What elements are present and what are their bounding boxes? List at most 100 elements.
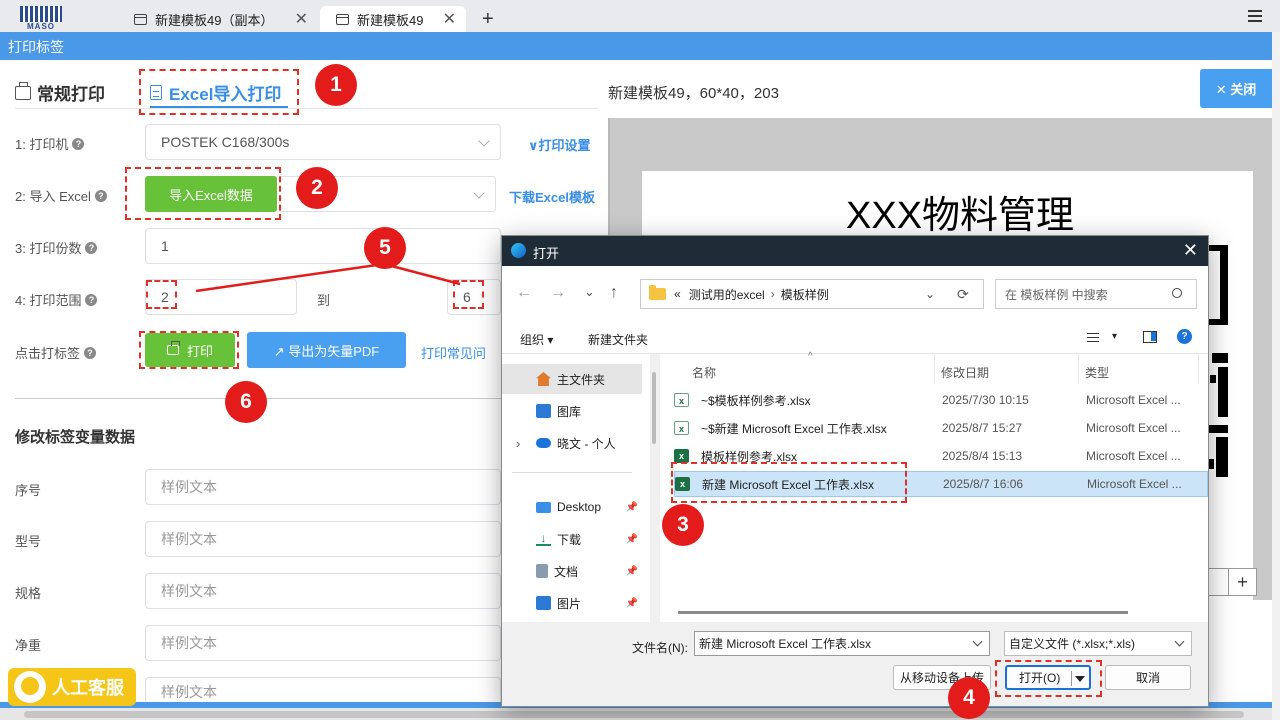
nav-item-home[interactable]: 主文件夹 [502, 364, 642, 394]
new-tab-button[interactable]: + [482, 8, 494, 31]
file-list-scrollbar[interactable] [678, 611, 1128, 614]
var-label-spec: 规格 [15, 586, 42, 601]
placeholder-text: 样例文本 [161, 635, 217, 651]
chevron-down-icon[interactable] [972, 636, 983, 647]
print-settings-link[interactable]: ∨打印设置 [528, 135, 591, 154]
customer-service-button[interactable]: 人工客服 [8, 668, 136, 706]
var-input-extra[interactable]: 样例文本 [145, 677, 501, 705]
column-separator[interactable] [1198, 354, 1199, 384]
menu-icon[interactable] [1248, 10, 1262, 22]
copies-input[interactable]: 1 [145, 228, 501, 264]
pin-icon[interactable]: 📌 [626, 502, 638, 513]
excel-file-icon: x [674, 421, 689, 435]
tab-normal-label: 常规打印 [37, 85, 105, 104]
refresh-icon[interactable]: ⟳ [957, 286, 969, 303]
recent-locations-icon[interactable]: ⌄ [584, 284, 595, 300]
tabs-divider [15, 108, 598, 109]
file-row[interactable]: x ~$模板样例参考.xlsx 2025/7/30 10:15 Microsof… [674, 387, 1208, 413]
path-overflow[interactable]: « [674, 287, 681, 301]
column-header-name[interactable]: 名称 [692, 364, 716, 381]
new-folder-button[interactable]: 新建文件夹 [588, 331, 648, 348]
scrollbar-thumb[interactable] [24, 711, 1244, 718]
help-icon[interactable]: ? [72, 137, 85, 150]
nav-item-documents[interactable]: 文档 📌 [502, 556, 642, 586]
help-icon[interactable]: ? [1177, 329, 1192, 344]
vertical-scrollbar[interactable] [1272, 32, 1280, 720]
path-parent[interactable]: 测试用的excel [689, 286, 765, 303]
expand-chevron-icon[interactable]: › [516, 436, 530, 451]
nav-item-pictures[interactable]: 图片 📌 [502, 588, 642, 618]
column-separator[interactable] [1078, 354, 1079, 384]
help-icon[interactable]: ? [85, 241, 98, 254]
tab-normal-print[interactable]: 常规打印 [15, 80, 105, 105]
file-date: 2025/7/30 10:15 [942, 393, 1029, 407]
filename-input[interactable]: 新建 Microsoft Excel 工作表.xlsx [694, 631, 990, 656]
copies-value: 1 [161, 238, 169, 254]
nav-item-onedrive[interactable]: › 晓文 - 个人 [502, 428, 642, 458]
help-icon[interactable]: ? [85, 293, 98, 306]
export-pdf-button[interactable]: ↗ 导出为矢量PDF [247, 332, 406, 368]
close-button[interactable]: ✕ 关闭 [1200, 69, 1272, 108]
zoom-in-button[interactable]: + [1228, 568, 1257, 596]
sort-ascending-icon: ^ [808, 351, 813, 362]
back-arrow-icon[interactable]: ← [516, 284, 532, 302]
dialog-title-bar: 打开 ✕ [502, 236, 1208, 266]
column-header-date[interactable]: 修改日期 [941, 364, 989, 381]
column-separator[interactable] [934, 354, 935, 384]
help-icon[interactable]: ? [84, 346, 97, 359]
pin-icon[interactable]: 📌 [626, 598, 638, 609]
zoom-value-box[interactable] [1207, 568, 1229, 596]
chevron-down-icon[interactable]: ⌄ [925, 287, 935, 301]
browser-tab-strip: MASO 新建模板49（副本） ✕ 新建模板49 ✕ + [0, 0, 1280, 32]
browser-tab-template-copy[interactable]: 新建模板49（副本） ✕ [118, 6, 318, 32]
tab-close-icon[interactable]: ✕ [443, 9, 456, 29]
print-faq-link[interactable]: 打印常见问 [421, 343, 486, 362]
file-type: Microsoft Excel ... [1086, 421, 1181, 435]
click-print-label: 点击打标签? [15, 343, 97, 362]
var-input-serial[interactable]: 样例文本 [145, 469, 501, 505]
file-row[interactable]: x ~$新建 Microsoft Excel 工作表.xlsx 2025/8/7… [674, 415, 1208, 441]
browser-tab-template[interactable]: 新建模板49 ✕ [320, 6, 466, 32]
file-type: Microsoft Excel ... [1087, 477, 1182, 491]
nav-item-label: 图片 [557, 596, 582, 611]
edge-browser-icon [511, 243, 526, 258]
file-type: Microsoft Excel ... [1086, 449, 1181, 463]
scrollbar-thumb[interactable] [652, 372, 656, 444]
column-header-type[interactable]: 类型 [1085, 364, 1109, 381]
filename-label: 文件名(N): [632, 641, 688, 655]
nav-item-desktop[interactable]: Desktop 📌 [502, 492, 642, 522]
pin-icon[interactable]: 📌 [626, 566, 638, 577]
view-dropdown-icon[interactable]: ▾ [1112, 331, 1117, 342]
cancel-button[interactable]: 取消 [1105, 665, 1191, 690]
view-list-icon[interactable] [1087, 333, 1099, 342]
nav-divider [512, 472, 632, 473]
chevron-down-icon [478, 135, 490, 147]
file-name: ~$新建 Microsoft Excel 工作表.xlsx [701, 421, 887, 436]
close-icon[interactable]: ✕ [1183, 240, 1198, 261]
printer-select[interactable]: POSTEK C168/300s [145, 124, 501, 160]
nav-item-label: Desktop [557, 500, 602, 514]
search-input[interactable]: 在 模板样例 中搜索 [995, 279, 1197, 309]
path-current[interactable]: 模板样例 [781, 286, 829, 303]
chevron-down-icon [473, 187, 485, 199]
nav-item-gallery[interactable]: 图库 [502, 396, 642, 426]
step-badge-4: 4 [948, 677, 990, 719]
desktop-icon [536, 501, 551, 513]
nav-pane-scrollbar[interactable] [650, 354, 660, 622]
step-badge-3: 3 [662, 504, 704, 546]
download-template-link[interactable]: 下载Excel模板 [509, 187, 595, 206]
nav-item-downloads[interactable]: ↓ 下载 📌 [502, 524, 642, 554]
var-input-model[interactable]: 样例文本 [145, 521, 501, 557]
organize-menu[interactable]: 组织 ▾ [520, 331, 553, 348]
up-arrow-icon[interactable]: ↑ [610, 284, 618, 302]
preview-pane-icon[interactable] [1143, 331, 1157, 343]
pin-icon[interactable]: 📌 [626, 534, 638, 545]
help-icon[interactable]: ? [94, 189, 107, 202]
filetype-select[interactable]: 自定义文件 (*.xlsx;*.xls) [1004, 631, 1192, 656]
var-input-net-weight[interactable]: 样例文本 [145, 625, 501, 661]
forward-arrow-icon[interactable]: → [550, 284, 566, 302]
address-bar[interactable]: « 测试用的excel › 模板样例 ⌄ ⟳ [640, 279, 984, 309]
horizontal-scrollbar[interactable] [0, 708, 1272, 720]
var-input-spec[interactable]: 样例文本 [145, 573, 501, 609]
tab-close-icon[interactable]: ✕ [295, 9, 308, 29]
